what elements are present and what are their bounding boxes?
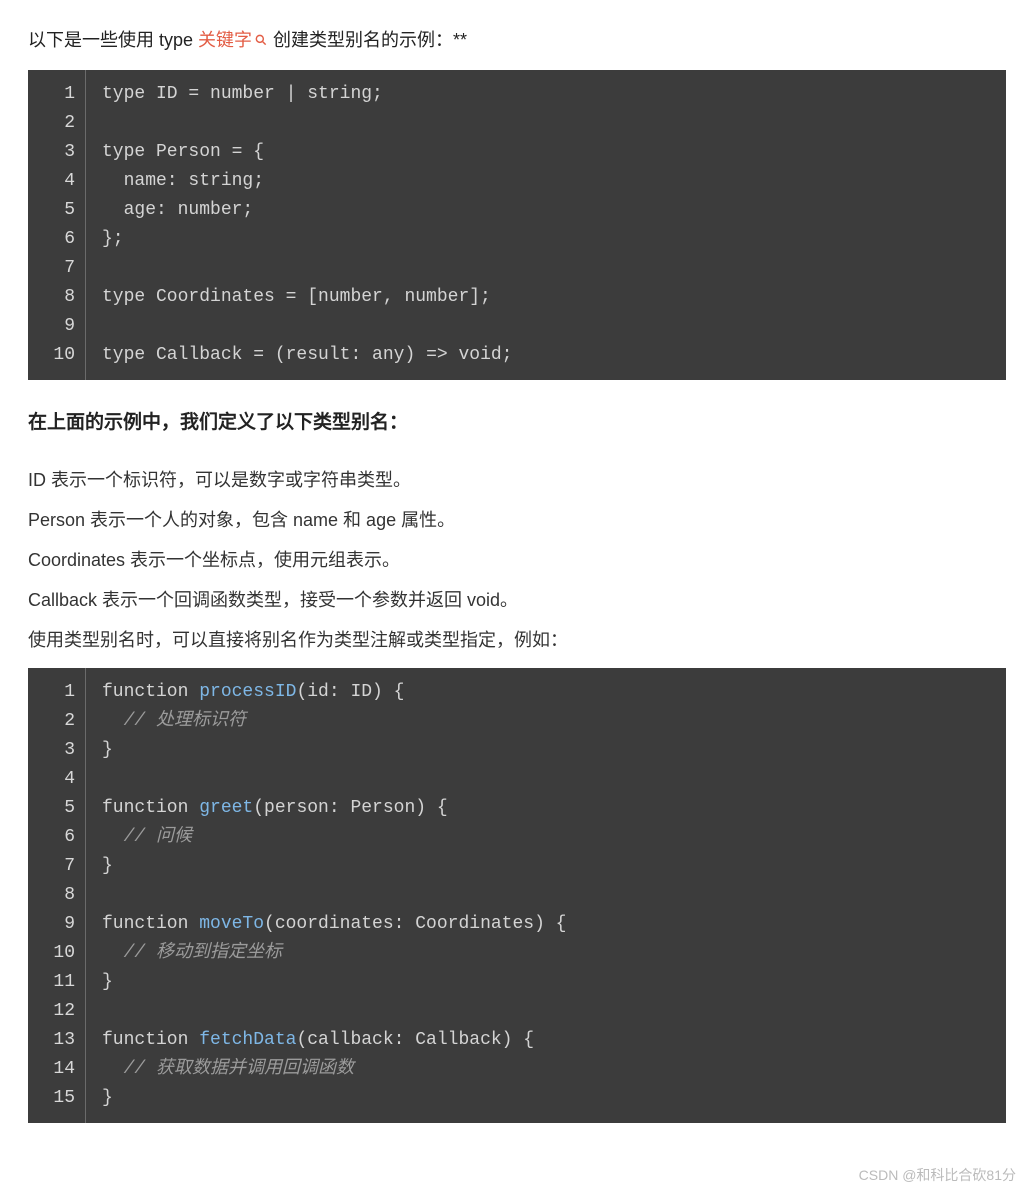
description-line: 使用类型别名时，可以直接将别名作为类型注解或类型指定，例如： bbox=[28, 623, 1006, 657]
line-number: 6 bbox=[46, 823, 75, 852]
line-number: 4 bbox=[46, 167, 75, 196]
line-number: 7 bbox=[46, 254, 75, 283]
code-line bbox=[102, 254, 990, 283]
description-line: Person 表示一个人的对象，包含 name 和 age 属性。 bbox=[28, 503, 1006, 537]
keyword-link-text: 关键字 bbox=[198, 24, 252, 56]
code-gutter-1: 12345678910 bbox=[28, 70, 86, 380]
code-line bbox=[102, 765, 990, 794]
line-number: 8 bbox=[46, 283, 75, 312]
code-line: function greet(person: Person) { bbox=[102, 794, 990, 823]
code-line: // 问候 bbox=[102, 823, 990, 852]
line-number: 9 bbox=[46, 910, 75, 939]
intro-prefix: 以下是一些使用 type bbox=[28, 30, 198, 50]
code-gutter-2: 123456789101112131415 bbox=[28, 668, 86, 1123]
line-number: 3 bbox=[46, 138, 75, 167]
code-line: // 获取数据并调用回调函数 bbox=[102, 1055, 990, 1084]
line-number: 12 bbox=[46, 997, 75, 1026]
description-block: ID 表示一个标识符，可以是数字或字符串类型。 Person 表示一个人的对象，包… bbox=[28, 463, 1006, 658]
code-line: } bbox=[102, 1084, 990, 1113]
code-line: name: string; bbox=[102, 167, 990, 196]
line-number: 1 bbox=[46, 678, 75, 707]
code-line: type Callback = (result: any) => void; bbox=[102, 341, 990, 370]
line-number: 2 bbox=[46, 109, 75, 138]
code-line: age: number; bbox=[102, 196, 990, 225]
code-line: } bbox=[102, 736, 990, 765]
code-line bbox=[102, 881, 990, 910]
code-line bbox=[102, 997, 990, 1026]
watermark: CSDN @和科比合砍81分 bbox=[859, 1163, 1016, 1188]
code-line bbox=[102, 109, 990, 138]
code-line: } bbox=[102, 852, 990, 881]
line-number: 6 bbox=[46, 225, 75, 254]
line-number: 5 bbox=[46, 196, 75, 225]
code-content-2[interactable]: function processID(id: ID) { // 处理标识符} f… bbox=[86, 668, 1006, 1123]
code-block-2: 123456789101112131415 function processID… bbox=[28, 668, 1006, 1123]
line-number: 15 bbox=[46, 1084, 75, 1113]
intro-suffix: 创建类型别名的示例：** bbox=[273, 30, 467, 50]
search-icon bbox=[254, 33, 268, 47]
code-block-1: 12345678910 type ID = number | string; t… bbox=[28, 70, 1006, 380]
code-line: } bbox=[102, 968, 990, 997]
line-number: 10 bbox=[46, 939, 75, 968]
line-number: 9 bbox=[46, 312, 75, 341]
code-line: }; bbox=[102, 225, 990, 254]
code-line: type ID = number | string; bbox=[102, 80, 990, 109]
code-line: // 移动到指定坐标 bbox=[102, 939, 990, 968]
code-line: function fetchData(callback: Callback) { bbox=[102, 1026, 990, 1055]
line-number: 1 bbox=[46, 80, 75, 109]
code-content-1[interactable]: type ID = number | string; type Person =… bbox=[86, 70, 1006, 380]
line-number: 8 bbox=[46, 881, 75, 910]
line-number: 2 bbox=[46, 707, 75, 736]
code-line: // 处理标识符 bbox=[102, 707, 990, 736]
line-number: 11 bbox=[46, 968, 75, 997]
line-number: 10 bbox=[46, 341, 75, 370]
code-line: function processID(id: ID) { bbox=[102, 678, 990, 707]
keyword-link[interactable]: 关键字 bbox=[198, 24, 268, 56]
section-heading: 在上面的示例中，我们定义了以下类型别名： bbox=[28, 406, 1006, 440]
code-line: function moveTo(coordinates: Coordinates… bbox=[102, 910, 990, 939]
description-line: Coordinates 表示一个坐标点，使用元组表示。 bbox=[28, 543, 1006, 577]
code-line: type Coordinates = [number, number]; bbox=[102, 283, 990, 312]
line-number: 13 bbox=[46, 1026, 75, 1055]
description-line: Callback 表示一个回调函数类型，接受一个参数并返回 void。 bbox=[28, 583, 1006, 617]
intro-paragraph: 以下是一些使用 type 关键字 创建类型别名的示例：** bbox=[28, 24, 1006, 56]
code-line: type Person = { bbox=[102, 138, 990, 167]
line-number: 5 bbox=[46, 794, 75, 823]
code-line bbox=[102, 312, 990, 341]
line-number: 3 bbox=[46, 736, 75, 765]
description-line: ID 表示一个标识符，可以是数字或字符串类型。 bbox=[28, 463, 1006, 497]
line-number: 4 bbox=[46, 765, 75, 794]
line-number: 14 bbox=[46, 1055, 75, 1084]
line-number: 7 bbox=[46, 852, 75, 881]
